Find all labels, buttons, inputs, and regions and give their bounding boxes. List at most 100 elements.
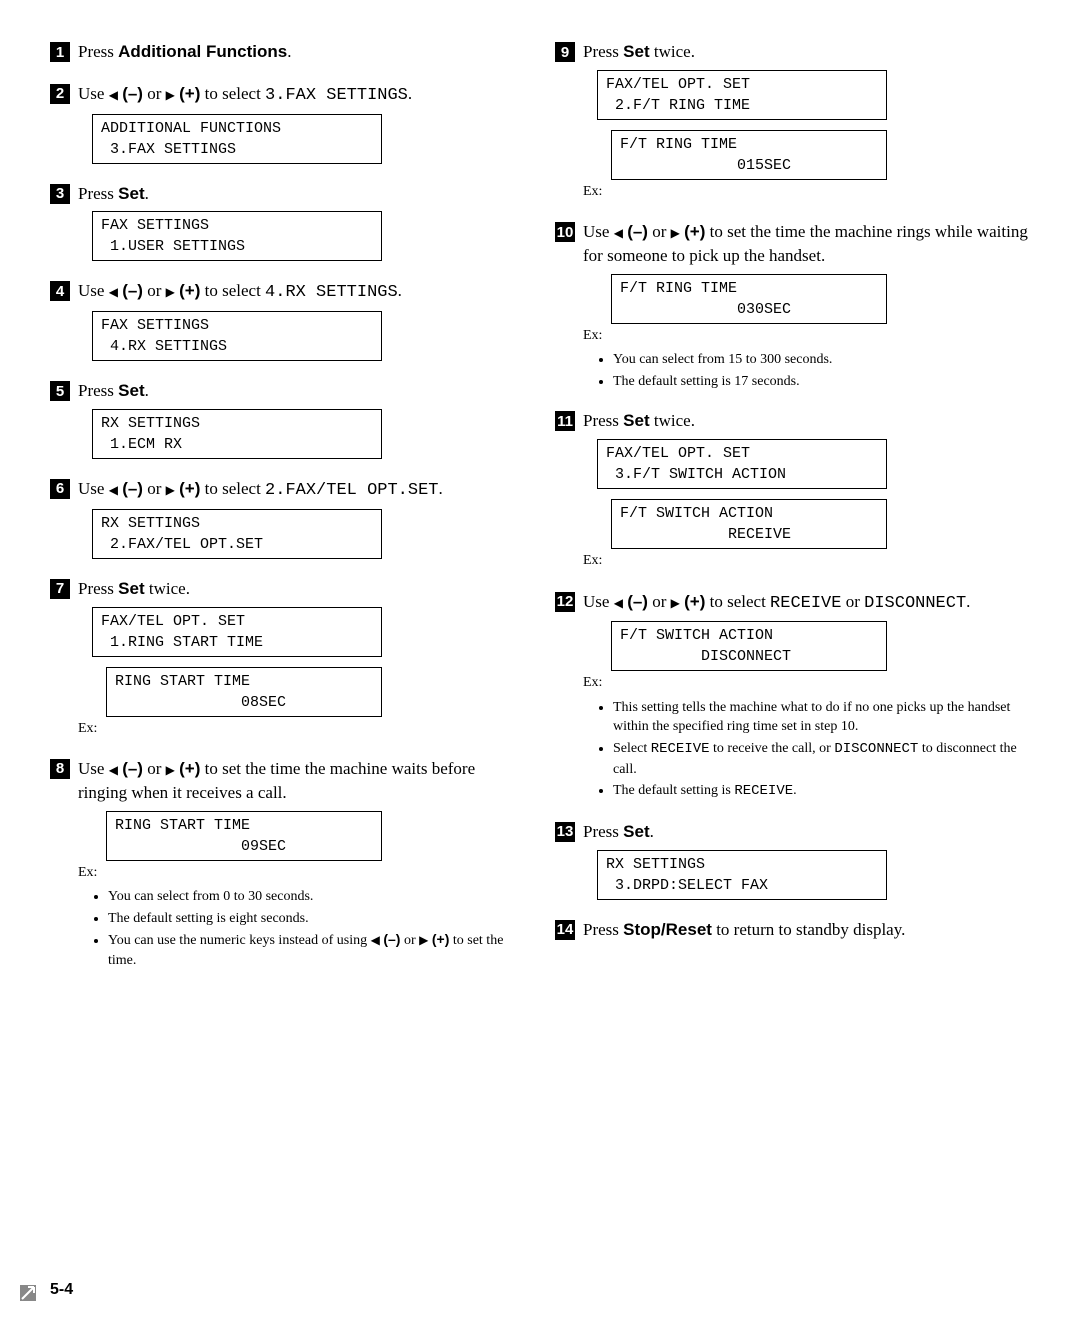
minus: (–): [122, 84, 143, 103]
notes-list: You can select from 15 to 300 seconds. T…: [597, 350, 1030, 391]
right-arrow-icon: [419, 933, 428, 948]
opt: RECEIVE: [770, 594, 841, 613]
lcd-display: F/T SWITCH ACTION DISCONNECT: [611, 621, 887, 671]
step-number-7: 7: [50, 579, 70, 599]
b: Set: [118, 381, 144, 400]
step-6: 6 Use (–) or (+) to select 2.FAX/TEL OPT…: [50, 477, 525, 559]
left-column: 1 Press Additional Functions. 2 Use (–) …: [50, 40, 525, 988]
step-12: 12 Use (–) or (+) to select RECEIVE or D…: [555, 590, 1030, 802]
left-arrow-icon: [109, 84, 118, 103]
t: or: [648, 222, 671, 241]
t: twice.: [650, 42, 695, 61]
right-arrow-icon: [671, 222, 680, 241]
t: .: [398, 281, 402, 300]
b: Set: [118, 184, 144, 203]
minus: (–): [122, 479, 143, 498]
step-14-text: Press Stop/Reset to return to standby di…: [583, 918, 905, 942]
step-number-5: 5: [50, 381, 70, 401]
step-13-text: Press Set.: [583, 820, 654, 844]
t: to select: [705, 592, 770, 611]
step-number-14: 14: [555, 920, 575, 940]
step-number-13: 13: [555, 822, 575, 842]
minus: (–): [122, 281, 143, 300]
example-label: Ex:: [583, 182, 602, 202]
right-column: 9 Press Set twice. FAX/TEL OPT. SET 2.F/…: [555, 40, 1030, 988]
note: The default setting is eight seconds.: [108, 909, 525, 929]
lcd-display: RING START TIME 08SEC: [106, 667, 382, 717]
minus: (–): [627, 222, 648, 241]
plus: (+): [179, 479, 200, 498]
notes-list: This setting tells the machine what to d…: [597, 698, 1030, 802]
step-14: 14 Press Stop/Reset to return to standby…: [555, 918, 1030, 942]
t: to select: [200, 281, 265, 300]
t: Press: [583, 822, 623, 841]
opt: RECEIVE: [734, 783, 793, 799]
lcd-display: RING START TIME 09SEC: [106, 811, 382, 861]
note: The default setting is RECEIVE.: [613, 781, 1030, 802]
t: or: [143, 84, 166, 103]
t: to return to standby display.: [712, 920, 905, 939]
step-7: 7 Press Set twice. FAX/TEL OPT. SET 1.RI…: [50, 577, 525, 739]
t: Press: [583, 920, 623, 939]
left-arrow-icon: [109, 479, 118, 498]
note: The default setting is 17 seconds.: [613, 372, 1030, 392]
menu-name: 3.FAX SETTINGS: [265, 86, 408, 105]
t: twice.: [650, 411, 695, 430]
t: to select: [200, 479, 265, 498]
menu-name: 4.RX SETTINGS: [265, 283, 398, 302]
right-arrow-icon: [166, 479, 175, 498]
lcd-display: RX SETTINGS 2.FAX/TEL OPT.SET: [92, 509, 382, 559]
notes-list: You can select from 0 to 30 seconds. The…: [92, 887, 525, 970]
t: .: [438, 479, 442, 498]
lcd-display: FAX SETTINGS 4.RX SETTINGS: [92, 311, 382, 361]
t: You can use the numeric keys instead of …: [108, 933, 371, 948]
step-2-text: Use (–) or (+) to select 3.FAX SETTINGS.: [78, 82, 412, 108]
b: Set: [623, 411, 649, 430]
right-arrow-icon: [166, 759, 175, 778]
step-5-text: Press Set.: [78, 379, 149, 403]
minus: (–): [122, 759, 143, 778]
t: or: [143, 479, 166, 498]
page-number: 5-4: [50, 1279, 73, 1301]
b: Set: [118, 579, 144, 598]
t: or: [400, 933, 419, 948]
t: Press: [78, 579, 118, 598]
t: to receive the call, or: [710, 741, 835, 756]
b: Stop/Reset: [623, 920, 712, 939]
lcd-display: ADDITIONAL FUNCTIONS 3.FAX SETTINGS: [92, 114, 382, 164]
note: You can select from 15 to 300 seconds.: [613, 350, 1030, 370]
t: or: [841, 592, 864, 611]
step-number-11: 11: [555, 411, 575, 431]
lcd-display: RX SETTINGS 3.DRPD:SELECT FAX: [597, 850, 887, 900]
t: Use: [78, 479, 109, 498]
left-arrow-icon: [371, 933, 380, 948]
t: or: [648, 592, 671, 611]
step-13: 13 Press Set. RX SETTINGS 3.DRPD:SELECT …: [555, 820, 1030, 900]
step-4: 4 Use (–) or (+) to select 4.RX SETTINGS…: [50, 279, 525, 361]
b: Set: [623, 822, 649, 841]
page-corner-arrow-icon: [20, 1285, 36, 1301]
note: This setting tells the machine what to d…: [613, 698, 1030, 737]
t: Select: [613, 741, 651, 756]
right-arrow-icon: [671, 592, 680, 611]
plus: (+): [179, 759, 200, 778]
step-number-1: 1: [50, 42, 70, 62]
example-label: Ex:: [583, 673, 602, 693]
minus: (–): [383, 931, 400, 947]
step-number-2: 2: [50, 84, 70, 104]
t: Press: [583, 411, 623, 430]
lcd-display: F/T RING TIME 030SEC: [611, 274, 887, 324]
t: Use: [78, 84, 109, 103]
t: .: [145, 184, 149, 203]
t: Use: [78, 281, 109, 300]
example-label: Ex:: [583, 326, 602, 346]
step-8-text: Use (–) or (+) to set the time the machi…: [78, 757, 525, 805]
t: .: [408, 84, 412, 103]
example-label: Ex:: [78, 863, 97, 883]
note: You can select from 0 to 30 seconds.: [108, 887, 525, 907]
t: Press: [78, 184, 118, 203]
t: Press: [583, 42, 623, 61]
step-10-text: Use (–) or (+) to set the time the machi…: [583, 220, 1030, 268]
plus: (+): [432, 931, 450, 947]
step-6-text: Use (–) or (+) to select 2.FAX/TEL OPT.S…: [78, 477, 443, 503]
